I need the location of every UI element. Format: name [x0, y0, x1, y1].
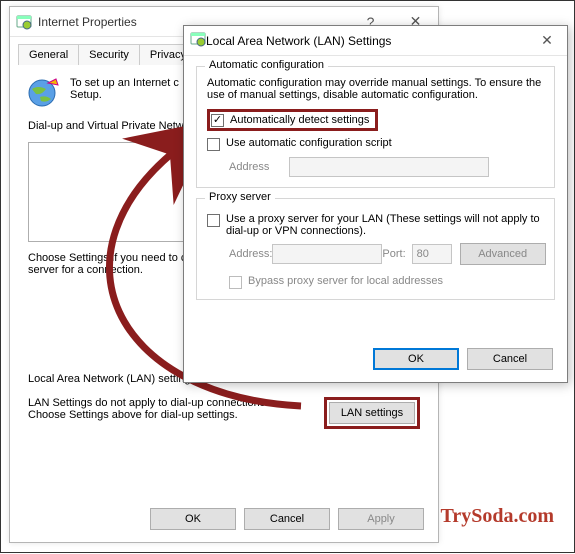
setup-text: To set up an Internet c Setup.: [70, 77, 179, 101]
watermark: TrySoda.com: [440, 505, 554, 528]
proxy-advanced-button: Advanced: [460, 243, 546, 265]
auto-detect-highlight: ✓ Automatically detect settings: [207, 109, 378, 131]
use-proxy-label: Use a proxy server for your LAN (These s…: [226, 213, 544, 237]
ok-button[interactable]: OK: [373, 348, 459, 370]
ok-button[interactable]: OK: [150, 508, 236, 530]
use-script-checkbox[interactable]: [207, 138, 220, 151]
lan-titlebar: Local Area Network (LAN) Settings ✕: [184, 26, 567, 56]
automatic-configuration-group: Automatic configuration Automatic config…: [196, 66, 555, 188]
lan-settings-button[interactable]: LAN settings: [329, 402, 415, 424]
tab-security[interactable]: Security: [78, 44, 140, 65]
tab-general[interactable]: General: [18, 44, 79, 65]
proxy-port-label: Port:: [382, 248, 405, 260]
globe-icon: [26, 77, 60, 111]
proxy-legend: Proxy server: [205, 191, 275, 203]
auto-detect-checkbox[interactable]: ✓: [211, 114, 224, 127]
lan-help-text: LAN Settings do not apply to dial-up con…: [28, 397, 278, 421]
script-address-label: Address: [229, 161, 289, 173]
proxy-address-input: [272, 244, 382, 264]
auto-detect-label: Automatically detect settings: [230, 114, 369, 126]
autoconf-desc: Automatic configuration may override man…: [207, 77, 544, 101]
lan-settings-window: Local Area Network (LAN) Settings ✕ Auto…: [183, 25, 568, 383]
close-button[interactable]: ✕: [527, 26, 567, 56]
lan-footer: OK Cancel: [373, 348, 553, 370]
use-script-label: Use automatic configuration script: [226, 137, 392, 149]
autoconf-legend: Automatic configuration: [205, 59, 328, 71]
internet-options-icon: [190, 31, 206, 50]
lan-settings-highlight: LAN settings: [324, 397, 420, 429]
bypass-local-checkbox: [229, 276, 242, 289]
cancel-button[interactable]: Cancel: [467, 348, 553, 370]
lan-group: Local Area Network (LAN) settings LAN Se…: [28, 380, 420, 429]
cancel-button[interactable]: Cancel: [244, 508, 330, 530]
use-proxy-checkbox[interactable]: [207, 214, 220, 227]
bypass-local-label: Bypass proxy server for local addresses: [248, 275, 443, 287]
lan-title: Local Area Network (LAN) Settings: [206, 34, 527, 48]
proxy-port-input: 80: [412, 244, 452, 264]
ip-footer: OK Cancel Apply: [150, 508, 424, 530]
proxy-address-label: Address:: [229, 248, 272, 260]
lan-legend: Local Area Network (LAN) settings: [28, 373, 202, 385]
proxy-server-group: Proxy server Use a proxy server for your…: [196, 198, 555, 300]
dialup-legend: Dial-up and Virtual Private Netw: [28, 120, 190, 132]
apply-button[interactable]: Apply: [338, 508, 424, 530]
internet-options-icon: [16, 14, 32, 30]
script-address-input: [289, 157, 489, 177]
